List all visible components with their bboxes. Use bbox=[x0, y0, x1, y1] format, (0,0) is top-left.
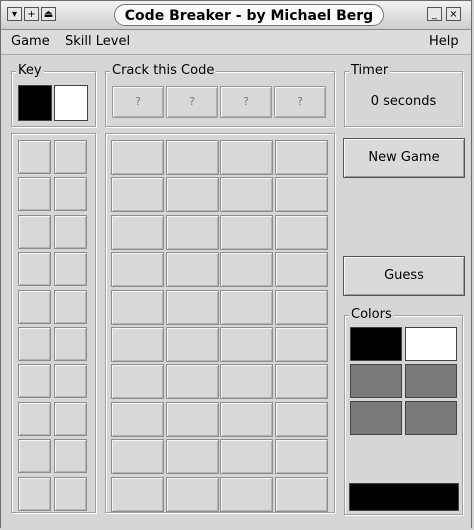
guess-peg-slot[interactable] bbox=[165, 214, 219, 250]
guess-peg-slot[interactable] bbox=[111, 177, 164, 213]
code-slot-3: ? bbox=[220, 86, 272, 118]
guess-peg-slot[interactable] bbox=[220, 252, 273, 288]
guess-peg-slot[interactable] bbox=[111, 214, 164, 250]
window-title: Code Breaker - by Michael Berg bbox=[114, 4, 384, 26]
timer-value: 0 seconds bbox=[370, 94, 437, 109]
guess-peg-slot[interactable] bbox=[274, 252, 328, 288]
key-white-swatch bbox=[54, 85, 88, 121]
palette-color-swatch[interactable] bbox=[350, 364, 402, 398]
guess-peg-slot[interactable] bbox=[274, 364, 328, 400]
guess-peg-slot[interactable] bbox=[165, 364, 219, 400]
guess-peg-slot[interactable] bbox=[111, 364, 164, 400]
key-peg-slot bbox=[54, 177, 87, 212]
colors-label: Colors bbox=[349, 307, 394, 322]
guess-peg-slot[interactable] bbox=[165, 401, 219, 437]
key-peg-slot bbox=[18, 401, 51, 436]
guess-peg-slot[interactable] bbox=[165, 439, 219, 475]
guess-peg-slot[interactable] bbox=[274, 140, 328, 175]
guess-peg-slot[interactable] bbox=[220, 177, 273, 213]
guess-button[interactable]: Guess bbox=[343, 256, 465, 296]
window-menu-button[interactable]: ▾ bbox=[7, 7, 22, 21]
key-peg-slot bbox=[18, 140, 51, 174]
key-peg-slot bbox=[54, 364, 87, 399]
guess-peg-slot[interactable] bbox=[274, 177, 328, 213]
menu-skill-level[interactable]: Skill Level bbox=[65, 34, 130, 49]
new-game-button[interactable]: New Game bbox=[343, 138, 465, 178]
guess-peg-slot[interactable] bbox=[165, 476, 219, 512]
key-group: Key bbox=[11, 63, 96, 127]
key-label: Key bbox=[16, 63, 44, 78]
guess-board-panel bbox=[105, 133, 335, 513]
key-peg-slot bbox=[18, 327, 51, 361]
key-peg-slot bbox=[18, 364, 51, 399]
status-bar bbox=[1, 517, 471, 529]
key-peg-slot bbox=[54, 401, 87, 436]
guess-peg-slot[interactable] bbox=[220, 401, 273, 437]
palette-color-swatch[interactable] bbox=[405, 364, 457, 398]
key-peg-slot bbox=[18, 476, 51, 511]
guess-peg-slot[interactable] bbox=[220, 364, 273, 400]
guess-peg-slot[interactable] bbox=[220, 289, 273, 325]
guess-peg-slot[interactable] bbox=[220, 476, 273, 512]
guess-peg-slot[interactable] bbox=[274, 439, 328, 475]
guess-peg-slot[interactable] bbox=[274, 327, 328, 362]
minimize-button[interactable]: _ bbox=[427, 7, 442, 21]
selected-color-swatch bbox=[349, 483, 459, 511]
guess-peg-slot[interactable] bbox=[111, 439, 164, 475]
guess-peg-slot[interactable] bbox=[274, 476, 328, 512]
guess-peg-slot[interactable] bbox=[111, 476, 164, 512]
guess-peg-slot[interactable] bbox=[274, 214, 328, 250]
key-peg-slot bbox=[54, 289, 87, 324]
stick-button[interactable]: + bbox=[24, 7, 39, 21]
code-label: Crack this Code bbox=[110, 63, 217, 78]
key-peg-slot bbox=[18, 439, 51, 474]
key-peg-slot bbox=[54, 140, 87, 174]
code-slot-2: ? bbox=[166, 86, 218, 118]
code-slot-1: ? bbox=[112, 86, 164, 118]
key-peg-slot bbox=[18, 214, 51, 249]
guess-peg-slot[interactable] bbox=[111, 401, 164, 437]
key-pegs-panel bbox=[11, 133, 96, 513]
guess-peg-slot[interactable] bbox=[165, 289, 219, 325]
palette-color-swatch[interactable] bbox=[405, 401, 457, 435]
palette-color-swatch[interactable] bbox=[350, 327, 402, 361]
guess-peg-slot[interactable] bbox=[220, 439, 273, 475]
guess-peg-slot[interactable] bbox=[111, 289, 164, 325]
guess-peg-slot[interactable] bbox=[220, 327, 273, 362]
key-peg-slot bbox=[54, 439, 87, 474]
code-slot-4: ? bbox=[274, 86, 326, 118]
guess-peg-slot[interactable] bbox=[111, 327, 164, 362]
title-bar: ▾ + ⏏ Code Breaker - by Michael Berg _ × bbox=[1, 1, 471, 30]
key-peg-slot bbox=[54, 214, 87, 249]
menu-bar: Game Skill Level Help bbox=[1, 30, 471, 55]
guess-peg-slot[interactable] bbox=[274, 289, 328, 325]
guess-peg-slot[interactable] bbox=[220, 140, 273, 175]
guess-peg-slot[interactable] bbox=[111, 252, 164, 288]
key-peg-slot bbox=[54, 327, 87, 361]
key-black-swatch bbox=[18, 85, 52, 121]
menu-help[interactable]: Help bbox=[429, 34, 459, 49]
guess-peg-slot[interactable] bbox=[165, 327, 219, 362]
palette-color-swatch[interactable] bbox=[350, 401, 402, 435]
menu-game[interactable]: Game bbox=[11, 34, 50, 49]
guess-peg-slot[interactable] bbox=[220, 214, 273, 250]
key-peg-slot bbox=[54, 476, 87, 511]
code-breaker-window: ▾ + ⏏ Code Breaker - by Michael Berg _ ×… bbox=[0, 0, 472, 529]
key-peg-slot bbox=[54, 252, 87, 287]
close-button[interactable]: × bbox=[446, 7, 461, 21]
guess-peg-slot[interactable] bbox=[274, 401, 328, 437]
guess-peg-slot[interactable] bbox=[111, 140, 164, 175]
guess-peg-slot[interactable] bbox=[165, 252, 219, 288]
key-peg-slot bbox=[18, 289, 51, 324]
key-peg-slot bbox=[18, 177, 51, 212]
palette-color-swatch[interactable] bbox=[405, 327, 457, 361]
guess-peg-slot[interactable] bbox=[165, 177, 219, 213]
timer-label: Timer bbox=[349, 63, 391, 78]
shade-button[interactable]: ⏏ bbox=[41, 7, 56, 21]
key-peg-slot bbox=[18, 252, 51, 287]
guess-peg-slot[interactable] bbox=[165, 140, 219, 175]
timer-group: Timer 0 seconds bbox=[344, 63, 463, 127]
